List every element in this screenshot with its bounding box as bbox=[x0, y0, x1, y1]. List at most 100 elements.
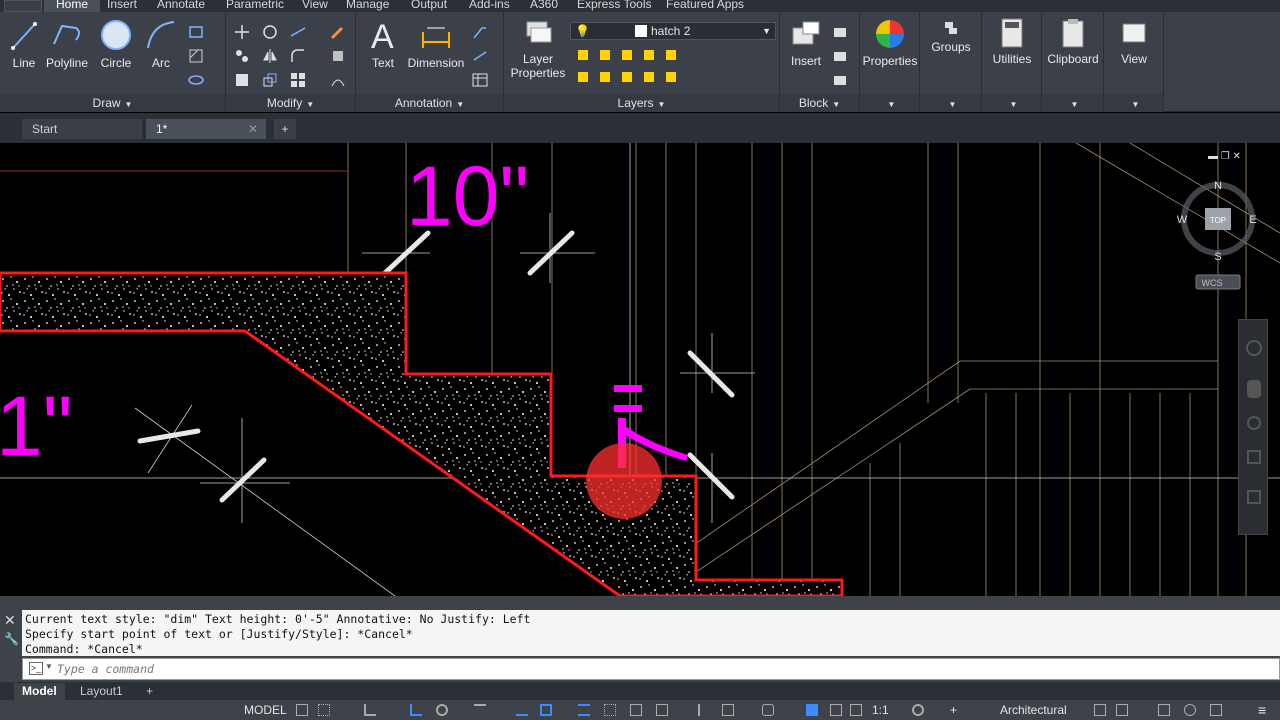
groups-panel-expander[interactable]: ▼ bbox=[920, 94, 981, 112]
utilities-button[interactable]: Utilities bbox=[984, 18, 1040, 66]
viewport-controls[interactable]: ▬ ❐ ✕ bbox=[1208, 151, 1241, 162]
add-layout-button[interactable]: + bbox=[138, 683, 161, 700]
lock-ui-icon[interactable] bbox=[1116, 704, 1128, 716]
object-snap-tracking-icon[interactable] bbox=[516, 704, 528, 716]
offset-icon[interactable] bbox=[330, 72, 346, 88]
concrete-hatch[interactable] bbox=[0, 271, 844, 596]
dimension-text-10in[interactable]: 10" bbox=[406, 149, 529, 243]
view-button[interactable]: View bbox=[1106, 18, 1162, 66]
tab-parametric[interactable]: Parametric bbox=[226, 0, 284, 12]
showmotion-icon[interactable] bbox=[1247, 490, 1261, 504]
tab-model[interactable]: Model bbox=[14, 683, 65, 700]
new-tab-button[interactable]: + bbox=[274, 119, 296, 139]
properties-panel-expander[interactable]: ▼ bbox=[860, 94, 919, 112]
annotation-monitor-icon[interactable] bbox=[850, 704, 862, 716]
orbit-icon[interactable] bbox=[1247, 450, 1261, 464]
3d-object-snap-icon[interactable] bbox=[656, 704, 668, 716]
clean-screen-icon[interactable] bbox=[1210, 704, 1222, 716]
customization-menu-icon[interactable]: ≡ bbox=[1258, 702, 1266, 718]
block-panel-title[interactable]: Block ▼ bbox=[780, 94, 859, 112]
properties-button[interactable]: Properties bbox=[862, 18, 918, 68]
polyline-button[interactable]: Polyline bbox=[44, 18, 90, 70]
array-icon[interactable] bbox=[290, 72, 306, 88]
rectangle-icon[interactable] bbox=[188, 24, 204, 40]
viewcube[interactable]: TOP N S W E WCS bbox=[1172, 175, 1262, 325]
command-input[interactable] bbox=[57, 661, 1257, 677]
tab-manage[interactable]: Manage bbox=[346, 0, 389, 12]
drawing-canvas[interactable]: 10" 1" ▬ ❐ ✕ TOP N S W E WCS bbox=[0, 143, 1280, 596]
edit-block-icon[interactable] bbox=[832, 48, 848, 64]
mirror-icon[interactable] bbox=[262, 48, 278, 64]
model-space-toggle[interactable]: MODEL bbox=[244, 702, 287, 718]
tab-insert[interactable]: Insert bbox=[107, 0, 137, 12]
multileader-icon[interactable] bbox=[472, 24, 488, 40]
close-tab-icon[interactable]: ✕ bbox=[248, 119, 258, 139]
stretch-icon[interactable] bbox=[234, 72, 250, 88]
dynamic-input-icon[interactable] bbox=[410, 704, 422, 716]
erase-icon[interactable] bbox=[330, 24, 346, 40]
tab-add-ins[interactable]: Add-ins bbox=[469, 0, 510, 12]
quick-properties-icon[interactable] bbox=[1094, 704, 1106, 716]
draw-panel-title[interactable]: Draw ▼ bbox=[0, 94, 225, 112]
layers-panel-title[interactable]: Layers ▼ bbox=[504, 94, 779, 112]
selection-filter-icon[interactable] bbox=[722, 704, 734, 716]
copy-icon[interactable] bbox=[234, 48, 250, 64]
customize-wrench-icon[interactable]: 🔧 bbox=[4, 632, 19, 646]
clipboard-panel-expander[interactable]: ▼ bbox=[1042, 94, 1103, 112]
hatch-icon[interactable] bbox=[188, 48, 204, 64]
navigation-bar[interactable] bbox=[1238, 319, 1268, 535]
clipboard-button[interactable]: Clipboard bbox=[1044, 18, 1102, 66]
create-block-icon[interactable] bbox=[832, 24, 848, 40]
recent-commands-chevron-icon[interactable]: ▼ bbox=[45, 662, 53, 671]
view-panel-expander[interactable]: ▼ bbox=[1104, 94, 1163, 112]
application-menu-button[interactable] bbox=[4, 0, 42, 12]
tab-a360[interactable]: A360 bbox=[530, 0, 558, 12]
tab-start[interactable]: Start bbox=[22, 119, 142, 139]
tab-drawing-1[interactable]: 1* ✕ bbox=[146, 119, 266, 139]
groups-button[interactable]: Groups bbox=[924, 20, 978, 54]
utilities-panel-expander[interactable]: ▼ bbox=[982, 94, 1041, 112]
dimension-text-1in[interactable]: 1" bbox=[0, 379, 73, 473]
isodraft-icon[interactable] bbox=[474, 704, 486, 716]
block-attributes-icon[interactable] bbox=[832, 72, 848, 88]
layer-dropdown[interactable]: 💡 hatch 2 ▼ bbox=[570, 22, 776, 40]
object-snap-icon[interactable] bbox=[540, 704, 552, 716]
line-button[interactable]: Line bbox=[8, 18, 40, 70]
gizmo-icon[interactable] bbox=[762, 704, 774, 716]
scale-icon[interactable] bbox=[262, 72, 278, 88]
circle-button[interactable]: Circle bbox=[98, 18, 134, 70]
tab-express-tools[interactable]: Express Tools bbox=[577, 0, 651, 12]
polar-tracking-icon[interactable] bbox=[436, 704, 448, 716]
tab-view[interactable]: View bbox=[302, 0, 328, 12]
move-icon[interactable] bbox=[234, 24, 250, 40]
zoom-icon[interactable] bbox=[1247, 416, 1261, 430]
tab-featured-apps[interactable]: Featured Apps bbox=[666, 0, 744, 12]
selection-cycling-icon[interactable] bbox=[630, 704, 642, 716]
tab-home[interactable]: Home bbox=[44, 0, 101, 12]
trim-icon[interactable] bbox=[290, 24, 306, 40]
tab-annotate[interactable]: Annotate bbox=[157, 0, 205, 12]
rotate-icon[interactable] bbox=[262, 24, 278, 40]
text-button[interactable]: A Text bbox=[366, 18, 400, 70]
hardware-acceleration-icon[interactable] bbox=[1184, 704, 1196, 716]
dynamic-ucs-icon[interactable] bbox=[698, 704, 710, 716]
command-prompt-icon[interactable]: >_ bbox=[29, 662, 43, 675]
dimension-button[interactable]: Dimension bbox=[406, 18, 466, 70]
layer-properties-button[interactable]: Layer Properties bbox=[508, 18, 568, 80]
workspace-switching-gear-icon[interactable] bbox=[912, 704, 924, 716]
grid-icon[interactable] bbox=[296, 704, 308, 716]
ellipse-icon[interactable] bbox=[188, 72, 204, 88]
annotation-panel-title[interactable]: Annotation ▼ bbox=[356, 94, 503, 112]
plus-icon[interactable]: + bbox=[950, 702, 957, 718]
isolate-objects-icon[interactable] bbox=[1158, 704, 1170, 716]
tab-output[interactable]: Output bbox=[411, 0, 447, 12]
auto-scale-icon[interactable] bbox=[830, 704, 842, 716]
snap-icon[interactable] bbox=[318, 704, 330, 716]
lineweight-icon[interactable] bbox=[578, 704, 590, 716]
steering-wheel-icon[interactable] bbox=[1246, 340, 1262, 356]
transparency-icon[interactable] bbox=[604, 704, 616, 716]
table-icon[interactable] bbox=[472, 72, 488, 88]
ortho-icon[interactable] bbox=[364, 704, 376, 716]
explode-icon[interactable] bbox=[330, 48, 346, 64]
annotation-visibility-icon[interactable] bbox=[806, 704, 818, 716]
